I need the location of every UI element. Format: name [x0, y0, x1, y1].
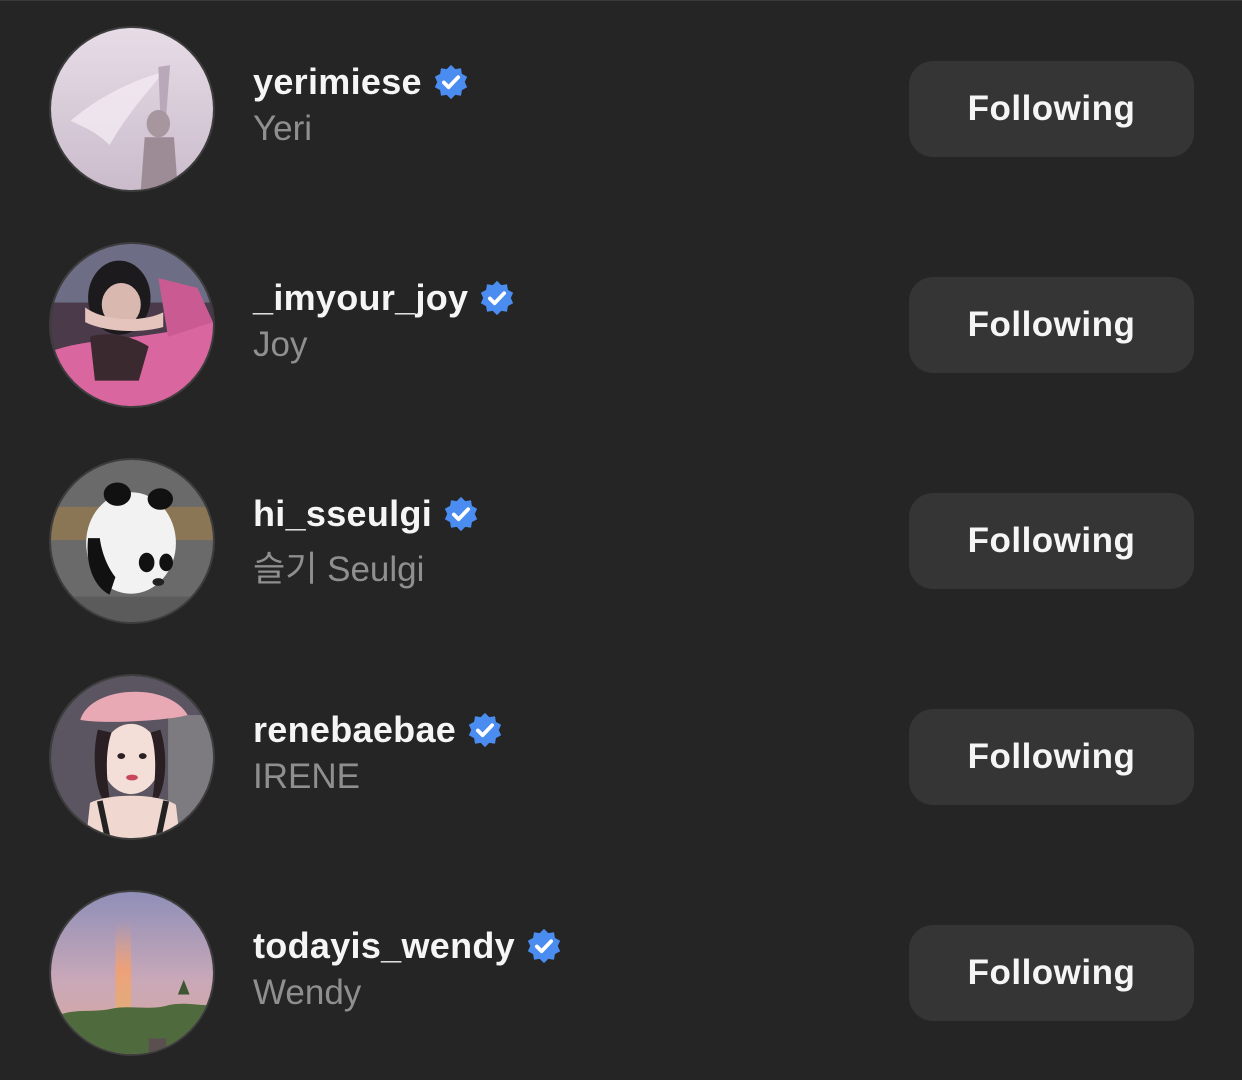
full-name: IRENE	[253, 757, 360, 796]
avatar[interactable]	[49, 674, 215, 840]
username[interactable]: _imyour_joy	[253, 277, 468, 319]
following-button[interactable]: Following	[909, 925, 1194, 1021]
username[interactable]: renebaebae	[253, 709, 456, 751]
account-meta: todayis_wendy Wendy	[253, 921, 563, 1013]
avatar-photo-icon	[51, 676, 213, 838]
verified-badge-icon	[478, 279, 516, 317]
account-meta: yerimiese Yeri	[253, 57, 470, 149]
full-name: Yeri	[253, 109, 313, 148]
following-button[interactable]: Following	[909, 61, 1194, 157]
full-name: 슬기 Seulgi	[253, 550, 425, 589]
following-button[interactable]: Following	[909, 709, 1194, 805]
verified-badge-icon	[466, 711, 504, 749]
verified-badge-icon	[442, 495, 480, 533]
avatar[interactable]	[49, 890, 215, 1056]
following-list: yerimiese Yeri Following _imyour_joy Joy…	[0, 0, 1242, 1080]
account-row[interactable]: todayis_wendy Wendy Following	[0, 865, 1242, 1080]
following-button[interactable]: Following	[909, 277, 1194, 373]
username[interactable]: todayis_wendy	[253, 925, 515, 967]
full-name: Joy	[253, 325, 308, 364]
account-meta: _imyour_joy Joy	[253, 273, 516, 365]
avatar[interactable]	[49, 242, 215, 408]
following-button[interactable]: Following	[909, 493, 1194, 589]
avatar-photo-icon	[51, 892, 213, 1054]
username[interactable]: hi_sseulgi	[253, 493, 432, 535]
account-row[interactable]: _imyour_joy Joy Following	[0, 217, 1242, 433]
account-meta: renebaebae IRENE	[253, 705, 504, 797]
avatar[interactable]	[49, 458, 215, 624]
avatar-photo-icon	[51, 244, 213, 406]
verified-badge-icon	[432, 63, 470, 101]
account-row[interactable]: renebaebae IRENE Following	[0, 649, 1242, 865]
account-row[interactable]: hi_sseulgi 슬기 Seulgi Following	[0, 433, 1242, 649]
username[interactable]: yerimiese	[253, 61, 422, 103]
account-row[interactable]: yerimiese Yeri Following	[0, 1, 1242, 217]
avatar[interactable]	[49, 26, 215, 192]
full-name: Wendy	[253, 973, 362, 1012]
avatar-photo-icon	[51, 28, 213, 190]
verified-badge-icon	[525, 927, 563, 965]
avatar-photo-icon	[51, 460, 213, 622]
account-meta: hi_sseulgi 슬기 Seulgi	[253, 489, 480, 592]
